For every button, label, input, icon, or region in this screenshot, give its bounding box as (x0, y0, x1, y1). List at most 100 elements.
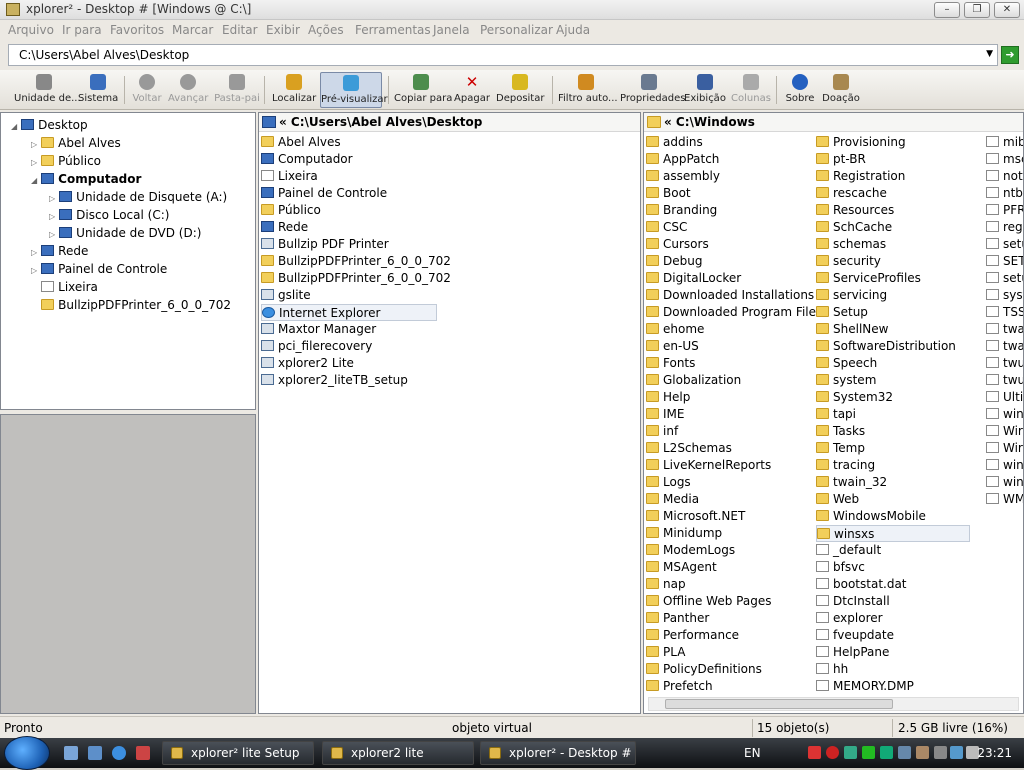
file-item[interactable]: System32 (816, 389, 893, 406)
file-item[interactable]: PFR (986, 202, 1023, 219)
file-item[interactable]: Registration (816, 168, 905, 185)
toolbar-button-10[interactable]: Filtro auto... (558, 72, 618, 108)
tree-item[interactable]: ▷ Unidade de Disquete (A:) (49, 189, 227, 206)
file-item[interactable]: twu (986, 372, 1023, 389)
file-item[interactable]: ehome (646, 321, 704, 338)
file-item[interactable]: pci_filerecovery (261, 338, 372, 355)
tray-icon-5[interactable] (880, 746, 893, 759)
file-item[interactable]: Lixeira (261, 168, 318, 185)
file-item[interactable]: _default (816, 542, 881, 559)
file-item[interactable]: Media (646, 491, 699, 508)
file-item[interactable]: DtcInstall (816, 593, 890, 610)
file-item[interactable]: Internet Explorer (261, 304, 437, 321)
file-item[interactable]: tracing (816, 457, 875, 474)
expand-arrow-icon[interactable]: ▷ (49, 194, 55, 203)
expand-arrow-icon[interactable]: ◢ (31, 176, 37, 185)
file-item[interactable]: Abel Alves (261, 134, 341, 151)
tree-item[interactable]: ◢ Desktop (11, 117, 88, 134)
file-item[interactable]: Downloaded Program Files (646, 304, 822, 321)
title-bar[interactable]: xplorer² - Desktop # [Windows @ C:\] – ❐… (0, 0, 1024, 20)
menu-6[interactable]: Ações (308, 23, 344, 37)
file-item[interactable]: PLA (646, 644, 685, 661)
file-item[interactable]: security (816, 253, 881, 270)
right-pane-header[interactable]: « C:\Windows (644, 113, 1023, 132)
tree-item[interactable]: ▷ Disco Local (C:) (49, 207, 169, 224)
toolbar-button-12[interactable]: Exibição (684, 72, 726, 108)
file-item[interactable]: MSAgent (646, 559, 717, 576)
file-item[interactable]: AppPatch (646, 151, 719, 168)
tray-icon-3[interactable] (844, 746, 857, 759)
file-item[interactable]: setu (986, 270, 1023, 287)
file-item[interactable]: twain_32 (816, 474, 887, 491)
expand-arrow-icon[interactable]: ▷ (31, 158, 37, 167)
file-item[interactable]: LiveKernelReports (646, 457, 771, 474)
file-item[interactable]: Computador (261, 151, 353, 168)
left-file-pane[interactable]: « C:\Users\Abel Alves\Desktop Abel Alves… (258, 112, 641, 714)
toolbar-button-11[interactable]: Propriedades (620, 72, 685, 108)
file-item[interactable]: Cursors (646, 236, 709, 253)
file-item[interactable]: win (986, 474, 1023, 491)
file-item[interactable]: Resources (816, 202, 894, 219)
toolbar-button-15[interactable]: Doação (820, 72, 862, 108)
menu-8[interactable]: Janela (433, 23, 470, 37)
menu-5[interactable]: Exibir (266, 23, 300, 37)
taskbar-button-1[interactable]: xplorer2 lite (322, 741, 474, 765)
file-item[interactable]: bootstat.dat (816, 576, 907, 593)
file-item[interactable]: DigitalLocker (646, 270, 741, 287)
menu-2[interactable]: Favoritos (110, 23, 164, 37)
file-item[interactable]: fveupdate (816, 627, 894, 644)
file-item[interactable]: xplorer2_liteTB_setup (261, 372, 408, 389)
expand-arrow-icon[interactable]: ▷ (31, 248, 37, 257)
file-item[interactable]: SET (986, 253, 1023, 270)
tray-icon-7[interactable] (916, 746, 929, 759)
tree-item[interactable]: ▷ Painel de Controle (31, 261, 167, 278)
file-item[interactable]: Logs (646, 474, 691, 491)
file-item[interactable]: mib (986, 134, 1023, 151)
file-item[interactable]: not (986, 168, 1023, 185)
language-indicator[interactable]: EN (744, 746, 761, 760)
file-item[interactable]: setu (986, 236, 1023, 253)
file-item[interactable]: explorer (816, 610, 883, 627)
file-item[interactable]: CSC (646, 219, 687, 236)
file-item[interactable]: Ulti (986, 389, 1023, 406)
file-item[interactable]: Speech (816, 355, 877, 372)
file-item[interactable]: Setup (816, 304, 868, 321)
file-item[interactable]: Wir (986, 423, 1023, 440)
toolbar-button-13[interactable]: Colunas (730, 72, 772, 108)
file-item[interactable]: addins (646, 134, 703, 151)
left-pane-header[interactable]: « C:\Users\Abel Alves\Desktop (259, 113, 640, 132)
tray-icon-4[interactable] (862, 746, 875, 759)
file-item[interactable]: Debug (646, 253, 702, 270)
file-item[interactable]: WindowsMobile (816, 508, 926, 525)
file-item[interactable]: PolicyDefinitions (646, 661, 762, 678)
file-item[interactable]: BullzipPDFPrinter_6_0_0_702 (261, 270, 451, 287)
toolbar-button-3[interactable]: Avançar (168, 72, 208, 108)
file-item[interactable]: twa (986, 338, 1023, 355)
file-item[interactable]: pt-BR (816, 151, 866, 168)
file-item[interactable]: Fonts (646, 355, 695, 372)
file-item[interactable]: inf (646, 423, 678, 440)
taskbar-button-2[interactable]: xplorer² - Desktop # ... (480, 741, 636, 765)
tree-item[interactable]: ▷ Unidade de DVD (D:) (49, 225, 201, 242)
menu-1[interactable]: Ir para (62, 23, 102, 37)
menu-7[interactable]: Ferramentas (355, 23, 431, 37)
file-item[interactable]: MEMORY.DMP (816, 678, 914, 695)
file-item[interactable]: Bullzip PDF Printer (261, 236, 389, 253)
file-item[interactable]: Downloaded Installations (646, 287, 814, 304)
chevron-down-icon[interactable]: ▼ (986, 49, 993, 59)
tray-icon-8[interactable] (934, 746, 947, 759)
toolbar-button-7[interactable]: Copiar para (394, 72, 452, 108)
file-item[interactable]: reg (986, 219, 1023, 236)
network-tray-icon[interactable] (950, 746, 963, 759)
media-quicklaunch-icon[interactable] (136, 746, 150, 760)
file-item[interactable]: Minidump (646, 525, 722, 542)
file-item[interactable]: Microsoft.NET (646, 508, 745, 525)
menu-0[interactable]: Arquivo (8, 23, 54, 37)
file-item[interactable]: Branding (646, 202, 717, 219)
file-item[interactable]: schemas (816, 236, 886, 253)
file-item[interactable]: Maxtor Manager (261, 321, 376, 338)
toolbar-button-0[interactable]: Unidade de... (14, 72, 81, 108)
file-item[interactable]: Tasks (816, 423, 865, 440)
expand-arrow-icon[interactable]: ◢ (11, 122, 17, 131)
file-item[interactable]: HelpPane (816, 644, 889, 661)
